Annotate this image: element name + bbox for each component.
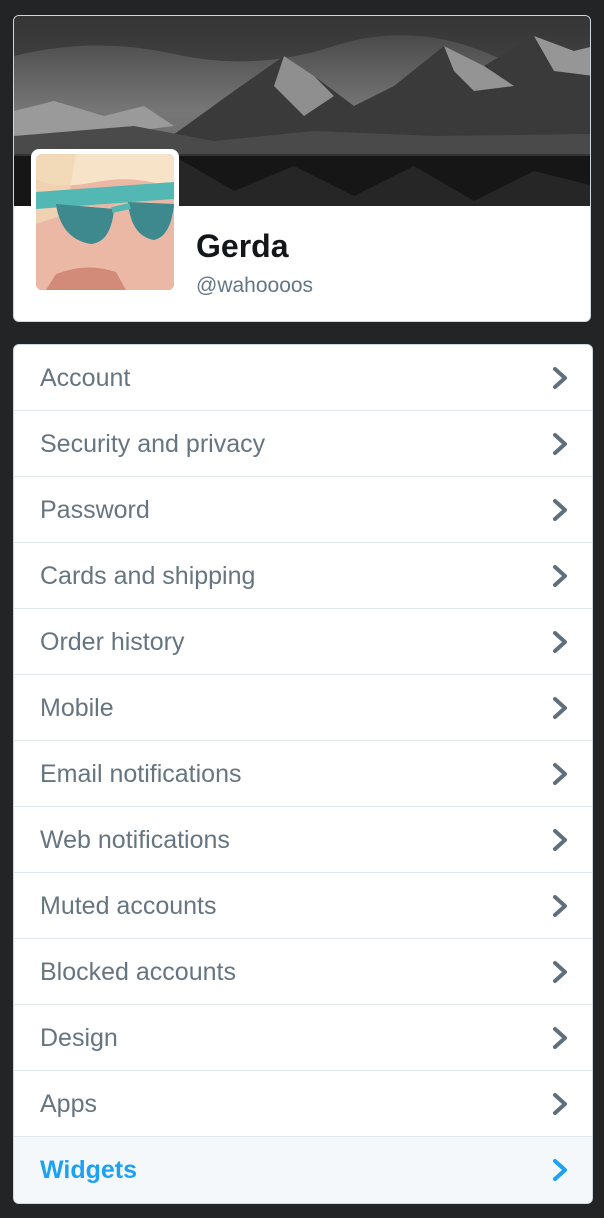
menu-item-web-notifications[interactable]: Web notifications (14, 807, 592, 873)
menu-item-label: Email notifications (40, 760, 242, 788)
chevron-right-icon (550, 432, 570, 456)
chevron-right-icon (550, 960, 570, 984)
menu-item-widgets[interactable]: Widgets (14, 1137, 592, 1203)
settings-menu: Account Security and privacy Password Cards… (13, 344, 593, 1204)
menu-item-label: Blocked accounts (40, 958, 236, 986)
chevron-right-icon (550, 498, 570, 522)
menu-item-password[interactable]: Password (14, 477, 592, 543)
menu-item-muted-accounts[interactable]: Muted accounts (14, 873, 592, 939)
menu-item-label: Order history (40, 628, 185, 656)
menu-item-label: Web notifications (40, 826, 230, 854)
screen-name[interactable]: @wahoooos (196, 273, 313, 299)
profile-card: Gerda @wahoooos (13, 15, 591, 322)
avatar-image (36, 154, 174, 290)
menu-item-mobile[interactable]: Mobile (14, 675, 592, 741)
menu-item-label: Design (40, 1024, 118, 1052)
menu-item-order-history[interactable]: Order history (14, 609, 592, 675)
display-name[interactable]: Gerda (196, 227, 288, 265)
menu-item-label: Widgets (40, 1156, 137, 1184)
chevron-right-icon (550, 1026, 570, 1050)
menu-item-label: Mobile (40, 694, 114, 722)
chevron-right-icon (550, 696, 570, 720)
chevron-right-icon (550, 630, 570, 654)
menu-item-design[interactable]: Design (14, 1005, 592, 1071)
menu-item-label: Account (40, 364, 131, 392)
chevron-right-icon (550, 762, 570, 786)
menu-item-label: Cards and shipping (40, 562, 256, 590)
menu-item-label: Apps (40, 1090, 97, 1118)
chevron-right-icon (550, 828, 570, 852)
avatar[interactable] (31, 149, 179, 295)
menu-item-account[interactable]: Account (14, 345, 592, 411)
chevron-right-icon (550, 366, 570, 390)
chevron-right-icon (550, 1092, 570, 1116)
menu-item-label: Password (40, 496, 150, 524)
chevron-right-icon (550, 1158, 570, 1182)
menu-item-security-and-privacy[interactable]: Security and privacy (14, 411, 592, 477)
menu-item-label: Muted accounts (40, 892, 217, 920)
chevron-right-icon (550, 894, 570, 918)
menu-item-blocked-accounts[interactable]: Blocked accounts (14, 939, 592, 1005)
menu-item-cards-and-shipping[interactable]: Cards and shipping (14, 543, 592, 609)
menu-item-apps[interactable]: Apps (14, 1071, 592, 1137)
menu-item-email-notifications[interactable]: Email notifications (14, 741, 592, 807)
chevron-right-icon (550, 564, 570, 588)
menu-item-label: Security and privacy (40, 430, 266, 458)
